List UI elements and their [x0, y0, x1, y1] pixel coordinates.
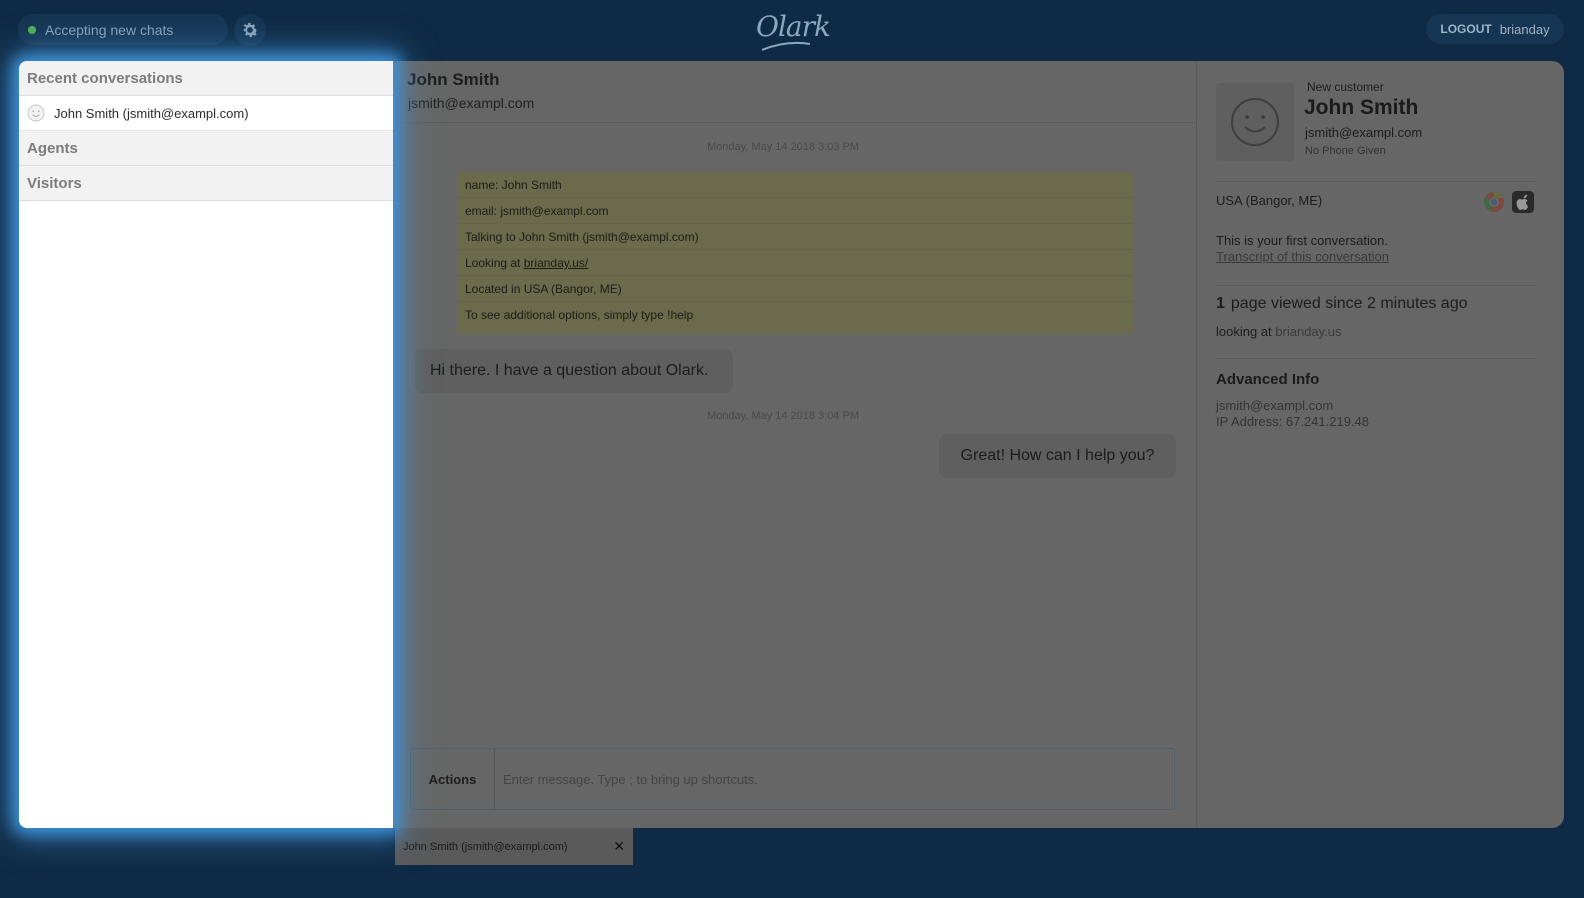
visitor-message-bubble: Hi there. I have a question about Olark. [415, 349, 733, 393]
system-info-box: name: John Smith email: jsmith@exampl.co… [457, 172, 1133, 334]
separator [1216, 181, 1536, 182]
logo-swoosh-icon [761, 41, 811, 51]
settings-button[interactable] [234, 14, 266, 46]
open-chat-tab[interactable]: John Smith (jsmith@exampl.com) ✕ [395, 828, 633, 865]
timestamp: Monday, May 14 2018 3:03 PM [707, 141, 860, 153]
system-line-looking: Looking at brianday.us/ [457, 250, 1133, 276]
looking-link[interactable]: brianday.us/ [524, 256, 588, 270]
smiley-face-icon [1231, 98, 1279, 146]
sidebar-section-agents[interactable]: Agents [19, 131, 393, 166]
gear-icon [243, 22, 258, 38]
browser-icons [1483, 191, 1534, 213]
conversation-item[interactable]: John Smith (jsmith@exampl.com) [19, 96, 393, 131]
system-line-email: email: jsmith@exampl.com [457, 198, 1133, 224]
close-icon[interactable]: ✕ [613, 838, 625, 855]
looking-at: looking at brianday.us [1216, 324, 1342, 339]
visitor-name: John Smith [1304, 96, 1419, 119]
main-chat-card: John Smith jsmith@exampl.com Monday, May… [393, 61, 1564, 828]
status-dot-icon [28, 25, 36, 34]
logout-link[interactable]: LOGOUT [1440, 22, 1491, 36]
conversations-sidebar: Recent conversations John Smith (jsmith@… [19, 61, 393, 828]
visitor-location: USA (Bangor, ME) [1216, 193, 1323, 208]
account-bar: LOGOUT brianday [1426, 14, 1564, 44]
visitor-tag: New customer [1307, 80, 1384, 94]
system-line-located: Located in USA (Bangor, ME) [457, 276, 1133, 302]
separator [1216, 358, 1536, 359]
chat-header: John Smith jsmith@exampl.com [393, 61, 1196, 123]
system-line-name: name: John Smith [457, 172, 1133, 198]
message-input[interactable] [495, 749, 1174, 809]
panel-divider [1196, 61, 1197, 828]
conversation-label: John Smith (jsmith@exampl.com) [54, 105, 249, 121]
advanced-info-title: Advanced Info [1216, 371, 1320, 388]
visitor-avatar [1216, 83, 1294, 161]
agent-message-bubble: Great! How can I help you? [939, 434, 1176, 478]
chat-status-toggle[interactable]: Accepting new chats [18, 14, 228, 45]
actions-button[interactable]: Actions [411, 749, 495, 809]
visitor-email: jsmith@exampl.com [1305, 125, 1423, 140]
chrome-icon [1483, 192, 1504, 212]
transcript-link[interactable]: Transcript of this conversation [1216, 249, 1389, 264]
advanced-info-ip: IP Address: 67.241.219.48 [1216, 414, 1369, 429]
apple-icon [1512, 191, 1534, 213]
visitor-info-panel: New customer John Smith jsmith@exampl.co… [1206, 61, 1536, 828]
chat-header-name: John Smith [407, 70, 500, 89]
chat-header-email: jsmith@exampl.com [408, 95, 535, 111]
pages-text: page viewed since 2 minutes ago [1230, 295, 1468, 312]
smiley-face-icon [27, 104, 45, 122]
looking-prefix: Looking at [465, 256, 521, 270]
status-label: Accepting new chats [45, 21, 174, 38]
timestamp: Monday, May 14 2018 3:04 PM [707, 410, 860, 422]
visitor-phone: No Phone Given [1305, 145, 1386, 157]
first-conversation-note: This is your first conversation. [1216, 233, 1388, 248]
sidebar-section-visitors[interactable]: Visitors [19, 166, 393, 201]
separator [1216, 285, 1536, 286]
advanced-info-email: jsmith@exampl.com [1216, 398, 1334, 413]
system-line-talking: Talking to John Smith (jsmith@exampl.com… [457, 224, 1133, 250]
message-composer: Actions [410, 748, 1175, 810]
username-label: brianday [1499, 21, 1550, 37]
system-line-options: To see additional options, simply type !… [465, 308, 694, 322]
pages-viewed: 1 page viewed since 2 minutes ago [1216, 295, 1468, 313]
sidebar-section-recent[interactable]: Recent conversations [19, 61, 393, 96]
chat-tab-label: John Smith (jsmith@exampl.com) [403, 840, 568, 853]
pages-count: 1 [1216, 295, 1225, 312]
looking-at-url[interactable]: brianday.us [1275, 324, 1341, 339]
looking-at-prefix: looking at [1216, 324, 1272, 339]
olark-logo: Olark [756, 10, 831, 51]
